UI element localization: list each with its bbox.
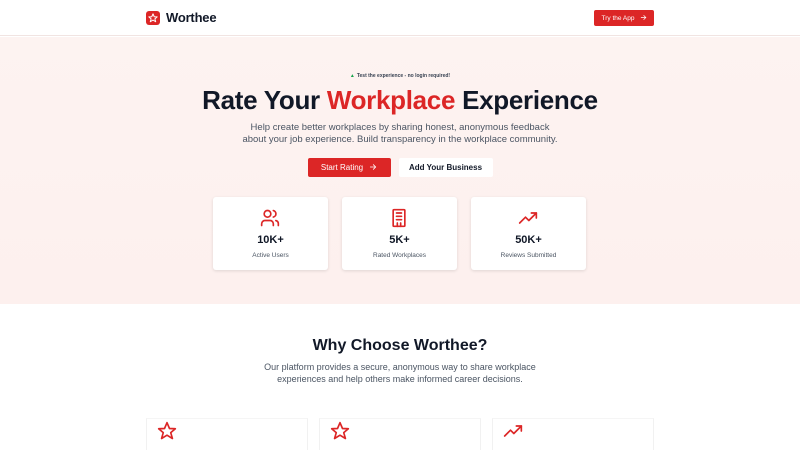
start-rating-label: Start Rating <box>320 163 364 172</box>
start-rating-button[interactable]: Start Rating <box>307 158 391 177</box>
party-icon: ▲ <box>349 73 355 79</box>
stat-card-reviews: 50K+ Reviews Submitted <box>471 197 586 270</box>
star-icon <box>157 421 177 441</box>
building-icon <box>389 208 409 228</box>
why-section-subtitle: Our platform provides a secure, anonymou… <box>264 362 536 384</box>
headline-suffix: Experience <box>455 85 598 115</box>
stat-card-workplaces: 5K+ Rated Workplaces <box>342 197 457 270</box>
hero-subtitle: Help create better workplaces by sharing… <box>242 122 558 145</box>
headline-accent: Workplace <box>326 85 456 115</box>
feature-card <box>492 418 654 450</box>
try-the-app-button[interactable]: Try the App <box>594 10 654 26</box>
feature-card <box>319 418 481 450</box>
stat-label: Active Users <box>252 252 289 259</box>
hero-cta-row: Start Rating Add Your Business <box>0 158 800 177</box>
add-your-business-button[interactable]: Add Your Business <box>398 158 493 177</box>
pill-text: Test the experience - no login required! <box>356 73 451 79</box>
brand-name: Worthee <box>166 10 217 25</box>
star-icon <box>330 421 350 441</box>
star-icon <box>146 11 160 25</box>
brand[interactable]: Worthee <box>146 10 217 26</box>
stat-label: Reviews Submitted <box>500 252 557 259</box>
stat-value: 5K+ <box>389 234 410 246</box>
stat-label: Rated Workplaces <box>373 252 426 259</box>
trending-up-icon <box>503 421 523 441</box>
arrow-right-icon <box>640 14 647 23</box>
test-experience-pill: ▲ Test the experience - no login required… <box>0 73 800 79</box>
arrow-right-icon <box>369 163 377 173</box>
stat-card-users: 10K+ Active Users <box>213 197 328 270</box>
hero-section: ▲ Test the experience - no login required… <box>0 37 800 304</box>
why-section-title: Why Choose Worthee? <box>312 337 488 354</box>
stat-value: 50K+ <box>515 234 542 246</box>
hero-headline: Rate Your Workplace Experience <box>0 83 800 117</box>
users-icon <box>260 208 280 228</box>
feature-card <box>146 418 308 450</box>
trending-up-icon <box>518 208 538 228</box>
navbar: Worthee Try the App <box>0 0 800 36</box>
stat-value: 10K+ <box>257 234 284 246</box>
headline-prefix: Rate Your <box>202 85 327 115</box>
try-the-app-label: Try the App <box>601 14 635 22</box>
